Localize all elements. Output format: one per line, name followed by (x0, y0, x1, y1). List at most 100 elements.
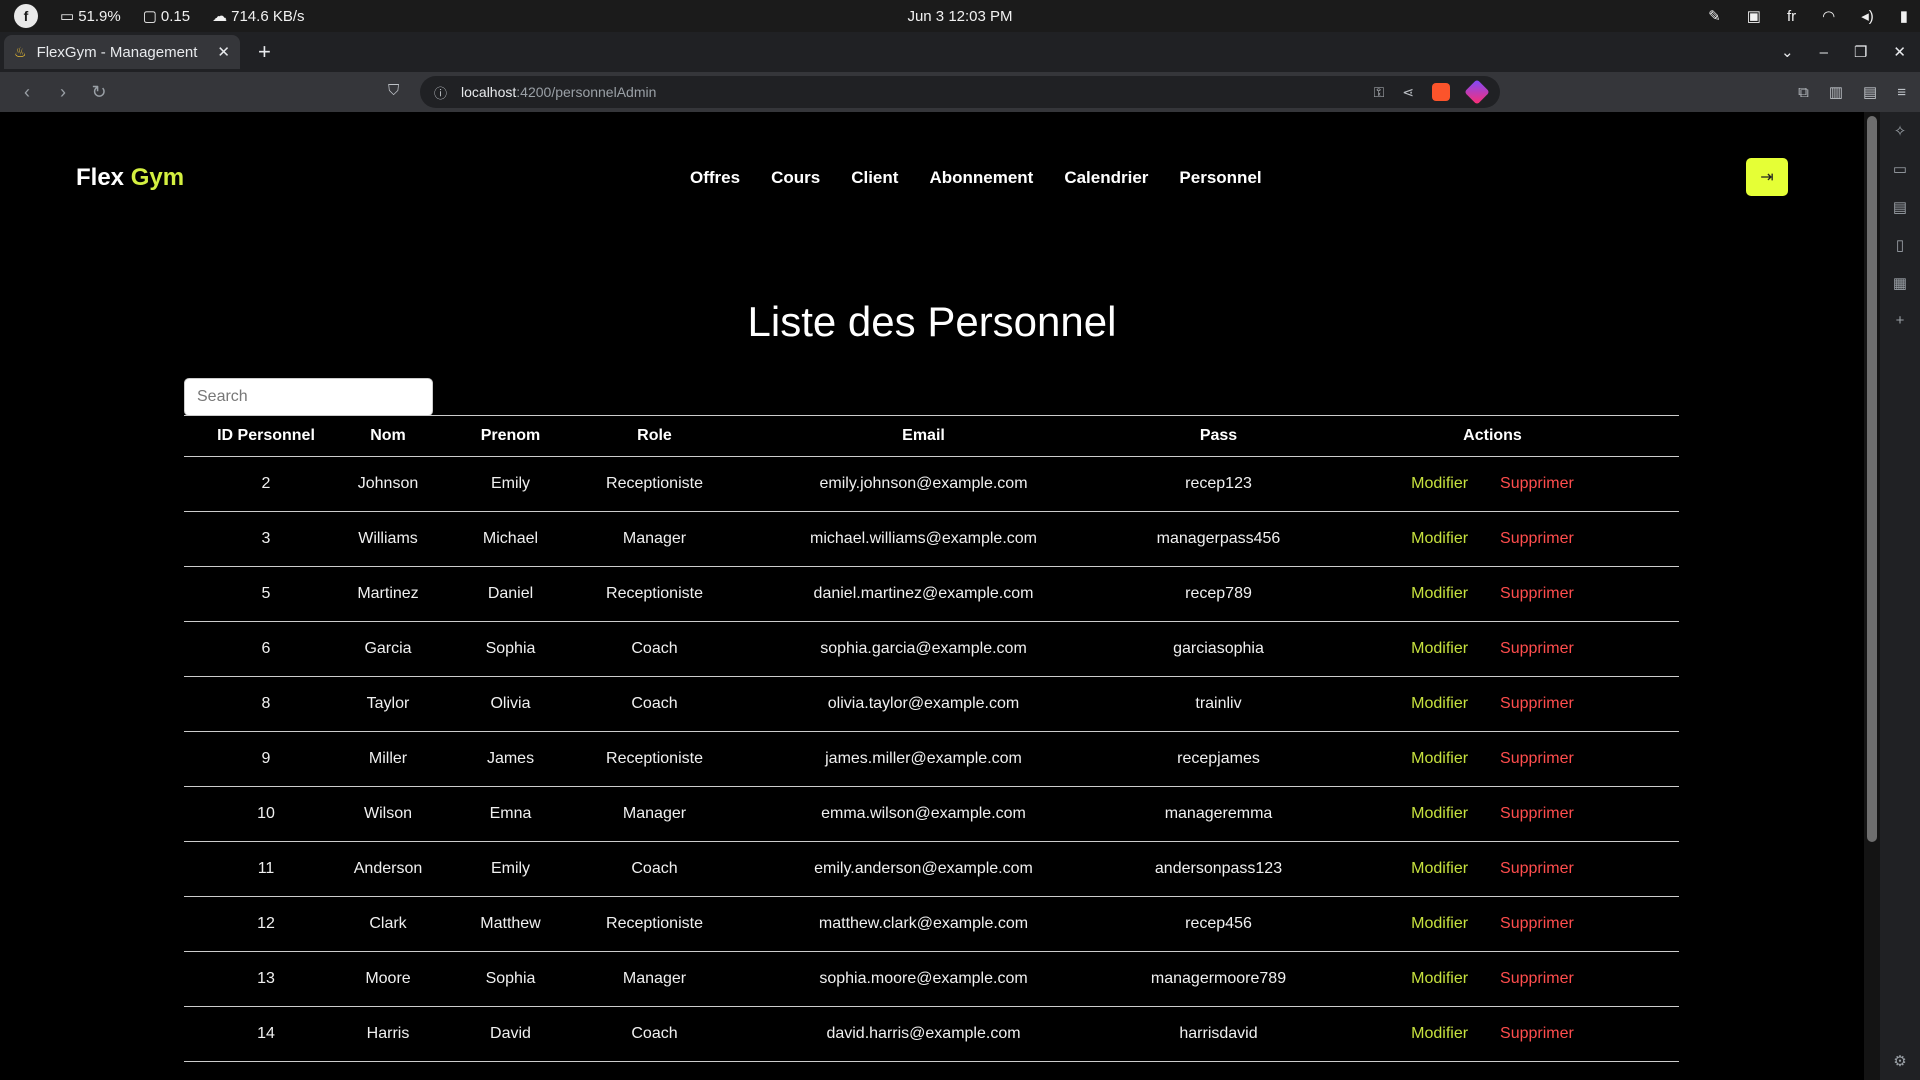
modify-button[interactable]: Modifier (1411, 970, 1468, 987)
wallet-icon[interactable]: ▤ (1863, 83, 1877, 101)
chevron-down-icon[interactable]: ⌄ (1781, 43, 1794, 61)
table-row: 14 Harris David Coach david.harris@example.c… (184, 1006, 1679, 1062)
clipboard-icon[interactable]: ▣ (1747, 7, 1761, 25)
personnel-table: ID Personnel Nom Prenom Role Email Pass … (184, 415, 1679, 1062)
col-actions: Actions (1306, 415, 1679, 457)
cell-prenom: Emna (428, 786, 593, 842)
forward-icon[interactable]: › (54, 82, 72, 103)
os-logo-icon[interactable]: f (14, 4, 38, 28)
maximize-icon[interactable]: ❐ (1854, 43, 1867, 61)
tab-flexgym[interactable]: ♨ FlexGym - Management ✕ (4, 35, 240, 69)
url-path: :4200/personnelAdmin (516, 84, 657, 100)
back-icon[interactable]: ‹ (18, 82, 36, 103)
modify-button[interactable]: Modifier (1411, 585, 1468, 602)
modify-button[interactable]: Modifier (1411, 1025, 1468, 1042)
leo-ai-icon[interactable]: ✧ (1894, 122, 1907, 140)
delete-button[interactable]: Supprimer (1500, 640, 1574, 657)
cell-nom: Williams (348, 511, 428, 567)
volume-icon[interactable]: ◂) (1861, 7, 1874, 25)
menu-icon[interactable]: ≡ (1897, 84, 1906, 101)
gear-icon[interactable]: ⚙ (1893, 1052, 1906, 1070)
table-row: 13 Moore Sophia Manager sophia.moore@example… (184, 951, 1679, 1007)
delete-button[interactable]: Supprimer (1500, 805, 1574, 822)
bookmarks-side-icon[interactable]: ▯ (1896, 236, 1904, 254)
share-icon[interactable]: ⋖ (1402, 84, 1414, 101)
nav-cours[interactable]: Cours (771, 168, 820, 188)
modify-button[interactable]: Modifier (1411, 530, 1468, 547)
modify-button[interactable]: Modifier (1411, 750, 1468, 767)
brand-text: Flex (76, 164, 125, 191)
modify-button[interactable]: Modifier (1411, 475, 1468, 492)
cell-id: 5 (184, 566, 348, 622)
sidebar-toggle-icon[interactable]: ▥ (1829, 83, 1843, 101)
nav-calendrier[interactable]: Calendrier (1064, 168, 1148, 188)
delete-button[interactable]: Supprimer (1500, 915, 1574, 932)
table-row: 12 Clark Matthew Receptioniste matthew.clark… (184, 896, 1679, 952)
bookmark-icon[interactable]: ⛉ (388, 82, 399, 99)
cloud-icon: ☁ (212, 8, 228, 25)
delete-button[interactable]: Supprimer (1500, 1025, 1574, 1042)
cell-email: emma.wilson@example.com (716, 786, 1131, 842)
logout-button[interactable]: ⇥ (1746, 158, 1788, 196)
modify-button[interactable]: Modifier (1411, 860, 1468, 877)
close-tab-icon[interactable]: ✕ (217, 43, 230, 61)
wifi-icon[interactable]: ◠ (1822, 7, 1835, 25)
address-bar[interactable]: ⓘ localhost:4200/personnelAdmin ⚿ ⋖ (420, 76, 1500, 108)
scrollbar-thumb[interactable] (1867, 116, 1877, 842)
new-tab-icon[interactable]: + (258, 39, 271, 65)
battery-tray-icon[interactable]: ▮ (1900, 7, 1908, 25)
search-input[interactable] (184, 378, 433, 416)
minimize-icon[interactable]: – (1820, 44, 1828, 61)
page-title: Liste des Personnel (747, 298, 1117, 345)
key-icon[interactable]: ⚿ (1374, 84, 1385, 101)
delete-button[interactable]: Supprimer (1500, 970, 1574, 987)
delete-button[interactable]: Supprimer (1500, 530, 1574, 547)
playlist-icon[interactable]: ▭ (1893, 160, 1907, 178)
page-scrollbar[interactable] (1864, 112, 1880, 1080)
cell-role: Coach (593, 621, 716, 677)
nav-client[interactable]: Client (851, 168, 898, 188)
modify-button[interactable]: Modifier (1411, 640, 1468, 657)
cell-email: james.miller@example.com (716, 731, 1131, 787)
delete-button[interactable]: Supprimer (1500, 475, 1574, 492)
modify-button[interactable]: Modifier (1411, 915, 1468, 932)
cell-role: Coach (593, 841, 716, 897)
extensions-icon[interactable]: ⧉ (1798, 84, 1809, 101)
cell-prenom: Olivia (428, 676, 593, 732)
cell-actions: Modifier Supprimer (1306, 896, 1679, 952)
cell-actions: Modifier Supprimer (1306, 951, 1679, 1007)
language-indicator[interactable]: fr (1787, 8, 1796, 25)
modify-button[interactable]: Modifier (1411, 695, 1468, 712)
add-panel-icon[interactable]: + (1896, 312, 1905, 329)
modify-button[interactable]: Modifier (1411, 805, 1468, 822)
cell-actions: Modifier Supprimer (1306, 456, 1679, 512)
table-header-row: ID Personnel Nom Prenom Role Email Pass … (184, 415, 1679, 457)
brand-logo[interactable]: Flex Gym (76, 164, 184, 192)
pen-icon[interactable]: ✎ (1708, 7, 1721, 25)
nav-personnel[interactable]: Personnel (1179, 168, 1261, 188)
site-info-icon[interactable]: ⓘ (434, 83, 447, 102)
wallet-side-icon[interactable]: ▤ (1893, 198, 1907, 216)
close-window-icon[interactable]: ✕ (1893, 43, 1906, 61)
cell-id: 2 (184, 456, 348, 512)
delete-button[interactable]: Supprimer (1500, 585, 1574, 602)
delete-button[interactable]: Supprimer (1500, 860, 1574, 877)
cell-role: Receptioniste (593, 456, 716, 512)
reload-icon[interactable]: ↻ (90, 82, 108, 103)
delete-button[interactable]: Supprimer (1500, 695, 1574, 712)
cell-pass: recep123 (1131, 456, 1306, 512)
cell-id: 3 (184, 511, 348, 567)
flame-favicon-icon: ♨ (14, 43, 27, 60)
delete-button[interactable]: Supprimer (1500, 750, 1574, 767)
rewards-icon[interactable] (1464, 79, 1490, 105)
nav-abonnement[interactable]: Abonnement (929, 168, 1033, 188)
cell-pass: managerpass456 (1131, 511, 1306, 567)
cell-role: Receptioniste (593, 896, 716, 952)
cell-id: 9 (184, 731, 348, 787)
reading-list-icon[interactable]: ▦ (1893, 274, 1907, 292)
cell-email: daniel.martinez@example.com (716, 566, 1131, 622)
brand-accent-text: Gym (130, 164, 185, 191)
battery-icon: ▭ (60, 8, 75, 25)
brave-shield-icon[interactable] (1432, 83, 1450, 101)
nav-offres[interactable]: Offres (690, 168, 740, 188)
